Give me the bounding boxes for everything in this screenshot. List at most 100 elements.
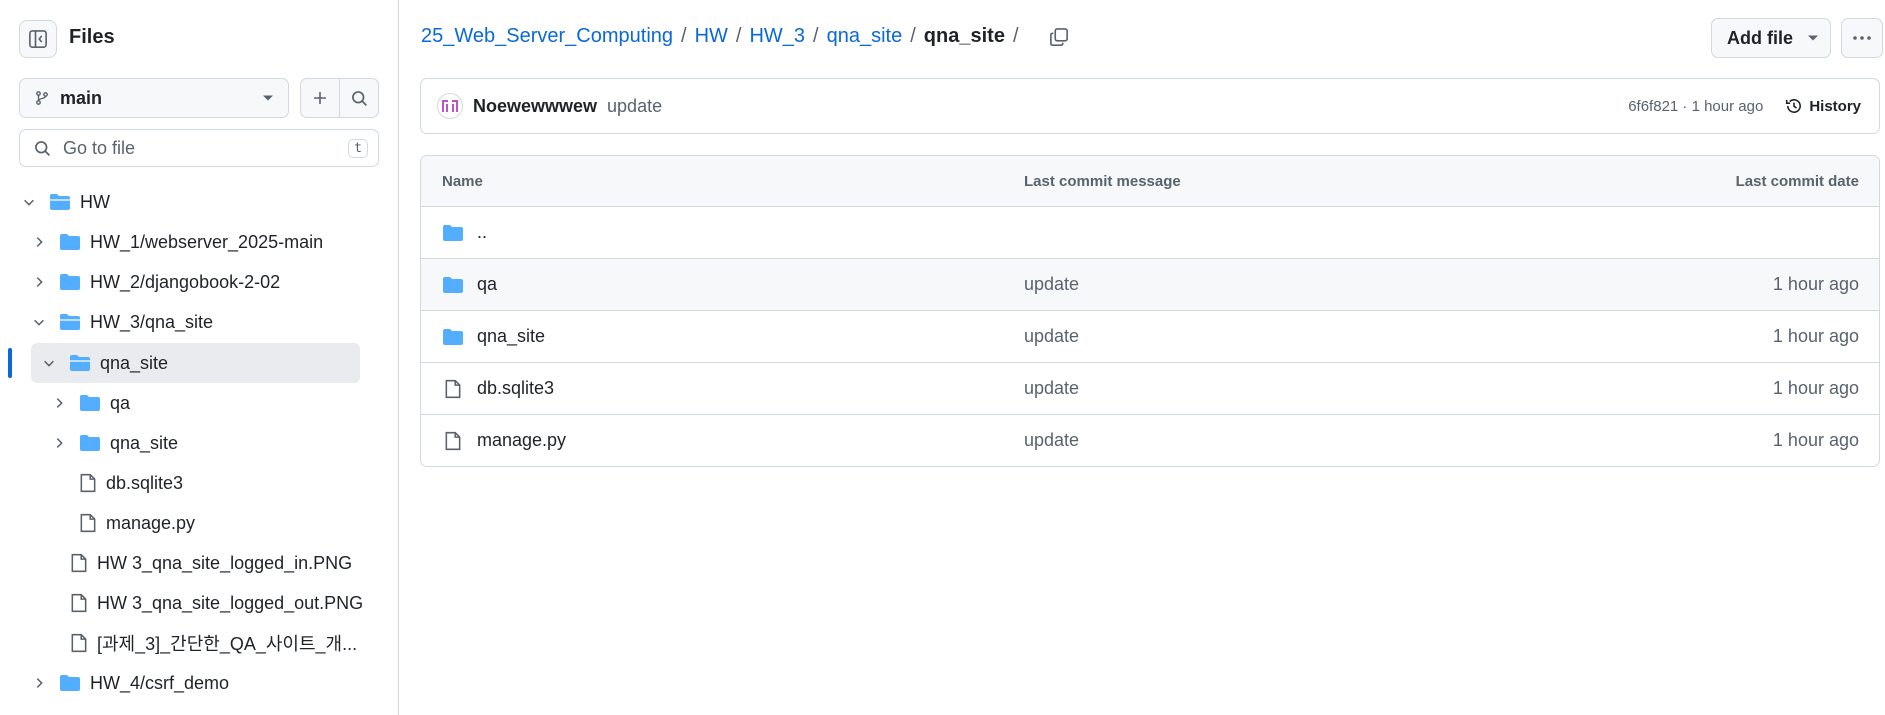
- table-row-parent-directory[interactable]: ..: [421, 206, 1879, 258]
- commit-message-link[interactable]: update: [1024, 326, 1079, 347]
- branch-name: main: [60, 87, 103, 108]
- breadcrumb-hw-link[interactable]: HW: [695, 25, 728, 48]
- tree-item-hw-1[interactable]: HW_1/webserver_2025-main: [31, 223, 323, 261]
- collapse-sidebar-button[interactable]: [19, 20, 57, 58]
- plus-icon: [312, 90, 328, 106]
- tree-selection-indicator: [8, 348, 12, 378]
- commit-message-link[interactable]: update: [1024, 274, 1079, 295]
- table-row[interactable]: db.sqlite3 update 1 hour ago: [421, 362, 1879, 414]
- tree-item-qna-site-selected[interactable]: qna_site: [41, 344, 168, 382]
- tree-item-label: HW_4/csrf_demo: [90, 672, 230, 693]
- file-icon: [444, 379, 462, 399]
- add-file-label: Add file: [1727, 27, 1793, 48]
- commit-date: 1 hour ago: [1772, 430, 1859, 450]
- commit-message-link[interactable]: update: [1024, 378, 1079, 399]
- file-name: manage.py: [477, 430, 567, 450]
- folder-icon: [59, 273, 81, 291]
- keyboard-shortcut-hint: t: [348, 138, 368, 158]
- file-icon: [444, 431, 462, 451]
- chevron-down-icon: [41, 355, 57, 371]
- avatar[interactable]: [437, 93, 463, 119]
- commit-date: 1 hour ago: [1772, 326, 1859, 346]
- column-header-message: Last commit message: [1024, 172, 1181, 190]
- tree-item-label: HW_3/qna_site: [90, 311, 214, 332]
- commit-date: 1 hour ago: [1772, 274, 1859, 294]
- tree-item-assignment-doc[interactable]: [과제_3]_간단한_QA_사이트_개...: [70, 624, 360, 662]
- branch-selector[interactable]: main: [19, 78, 289, 118]
- breadcrumb-separator: /: [813, 25, 819, 47]
- breadcrumb-hw3-link[interactable]: HW_3: [749, 25, 805, 48]
- tree-item-label: db.sqlite3: [106, 472, 184, 493]
- file-name-link[interactable]: qa: [442, 274, 497, 295]
- chevron-down-icon: [21, 194, 37, 210]
- chevron-right-icon: [31, 234, 47, 250]
- file-icon: [79, 513, 97, 533]
- table-row[interactable]: manage.py update 1 hour ago: [421, 414, 1879, 466]
- add-file-dropdown-button[interactable]: Add file: [1711, 18, 1831, 58]
- file-icon: [70, 553, 88, 573]
- more-options-button[interactable]: [1841, 18, 1883, 58]
- latest-commit-bar: Noewewwwew update 6f6f821 · 1 hour ago H…: [420, 78, 1880, 134]
- branch-icon: [34, 90, 50, 106]
- breadcrumb-qna-site-link[interactable]: qna_site: [827, 25, 903, 48]
- copy-icon: [1049, 27, 1069, 47]
- kebab-horizontal-icon: [1852, 35, 1872, 41]
- add-file-button[interactable]: [300, 78, 340, 118]
- tree-item-label: HW 3_qna_site_logged_in.PNG: [97, 552, 353, 573]
- history-label: History: [1809, 97, 1861, 115]
- search-icon: [34, 140, 51, 157]
- tree-item-hw[interactable]: HW: [21, 183, 110, 221]
- tree-item-label: HW_2/djangobook-2-02: [90, 271, 281, 292]
- tree-item-hw-2[interactable]: HW_2/djangobook-2-02: [31, 263, 280, 301]
- search-button[interactable]: [339, 78, 379, 118]
- breadcrumb-separator: /: [735, 25, 742, 47]
- tree-item-label: [과제_3]_간단한_QA_사이트_개...: [97, 634, 358, 654]
- folder-icon: [79, 394, 101, 412]
- tree-item-logged-in-png[interactable]: HW 3_qna_site_logged_in.PNG: [70, 544, 352, 582]
- chevron-right-icon: [51, 395, 67, 411]
- commit-sha-time[interactable]: 6f6f821 · 1 hour ago: [1628, 98, 1763, 115]
- tree-item-logged-out-png[interactable]: HW 3_qna_site_logged_out.PNG: [70, 584, 363, 622]
- breadcrumb-repo-link[interactable]: 25_Web_Server_Computing: [421, 25, 673, 48]
- file-name: db.sqlite3: [477, 378, 555, 398]
- commit-author[interactable]: Noewewwwew: [473, 96, 597, 117]
- commit-message[interactable]: update: [607, 96, 662, 117]
- parent-directory-link[interactable]: ..: [442, 222, 487, 243]
- file-icon: [79, 473, 97, 493]
- file-tree-sidebar: Files main t HW HW_1/webserv: [0, 0, 399, 715]
- folder-icon: [79, 434, 101, 452]
- file-name-link[interactable]: qna_site: [442, 326, 545, 347]
- file-icon: [70, 593, 88, 613]
- caret-down-icon: [262, 94, 274, 102]
- tree-item-manage-py[interactable]: manage.py: [79, 504, 195, 542]
- column-header-name: Name: [442, 172, 483, 190]
- file-name-link[interactable]: db.sqlite3: [442, 378, 554, 399]
- tree-item-db-sqlite3[interactable]: db.sqlite3: [79, 464, 183, 502]
- tree-item-hw-4[interactable]: HW_4/csrf_demo: [31, 664, 229, 702]
- file-icon: [70, 633, 88, 653]
- tree-item-label: manage.py: [106, 512, 196, 533]
- folder-open-icon: [69, 354, 91, 372]
- search-icon: [351, 90, 368, 107]
- tree-item-qna-site-sub[interactable]: qna_site: [51, 424, 178, 462]
- chevron-right-icon: [31, 274, 47, 290]
- history-icon: [1785, 97, 1809, 115]
- tree-item-label: qna_site: [100, 352, 169, 373]
- table-header: Name Last commit message Last commit dat…: [421, 156, 1879, 206]
- go-to-file-input[interactable]: [61, 136, 349, 160]
- breadcrumb: 25_Web_Server_Computing / HW / HW_3 / qn…: [421, 25, 1069, 48]
- copy-path-button[interactable]: [1049, 27, 1069, 47]
- folder-icon: [442, 276, 464, 294]
- tree-item-label: HW 3_qna_site_logged_out.PNG: [97, 592, 364, 613]
- history-button[interactable]: History: [1785, 97, 1861, 115]
- tree-item-label: HW_1/webserver_2025-main: [90, 231, 324, 252]
- folder-icon: [442, 224, 464, 242]
- file-name-link[interactable]: manage.py: [442, 430, 566, 451]
- commit-message-link[interactable]: update: [1024, 430, 1079, 451]
- tree-item-hw-3[interactable]: HW_3/qna_site: [31, 303, 213, 341]
- tree-item-qa[interactable]: qa: [51, 384, 130, 422]
- table-row[interactable]: qa update 1 hour ago: [421, 258, 1879, 310]
- table-row[interactable]: qna_site update 1 hour ago: [421, 310, 1879, 362]
- file-name: qna_site: [477, 326, 546, 346]
- go-to-file-field[interactable]: t: [19, 129, 379, 167]
